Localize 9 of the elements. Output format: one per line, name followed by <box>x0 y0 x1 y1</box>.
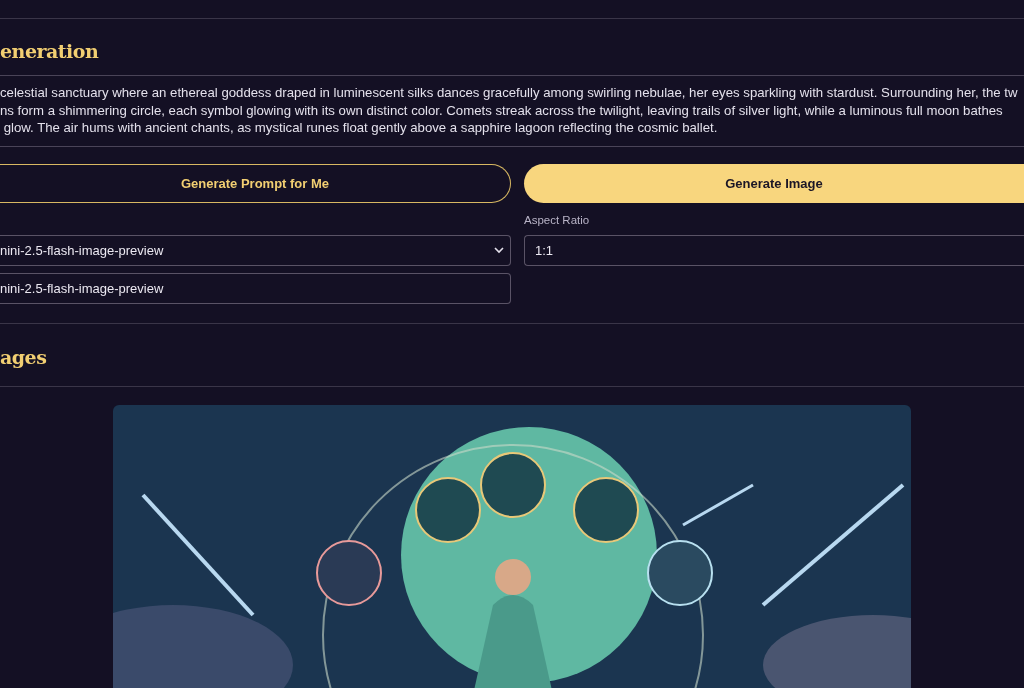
field-label: Aspect Ratio <box>524 213 591 228</box>
section-heading: eneration <box>0 40 100 62</box>
aspect-ratio-field[interactable]: 1:1 <box>524 234 1024 266</box>
generate-button[interactable]: Generate Image <box>524 163 1024 203</box>
model-select[interactable]: nini-2.5-flash-image-preview <box>0 234 511 266</box>
chevron-icon <box>494 246 504 254</box>
section-heading: ages <box>0 345 48 368</box>
prompt-field[interactable]: celestial sanctuary where an ethereal goddess draped in luminescent silks dances gracefully among swirling nebulae, her eyes sparkling with stardust. Surrounding her, the tw ns form a shimmering circle, each symbol glowing with its own distinct color. Comets streak across the twilight, leaving trails of silver light, while a luminous full moon bathes glow. The air hums with ancient chants, as mystical runes float gently above a sapphire lagoon reflecting the cosmic ballet. <box>0 75 1024 147</box>
model-field[interactable]: nini-2.5-flash-image-preview <box>0 272 511 304</box>
